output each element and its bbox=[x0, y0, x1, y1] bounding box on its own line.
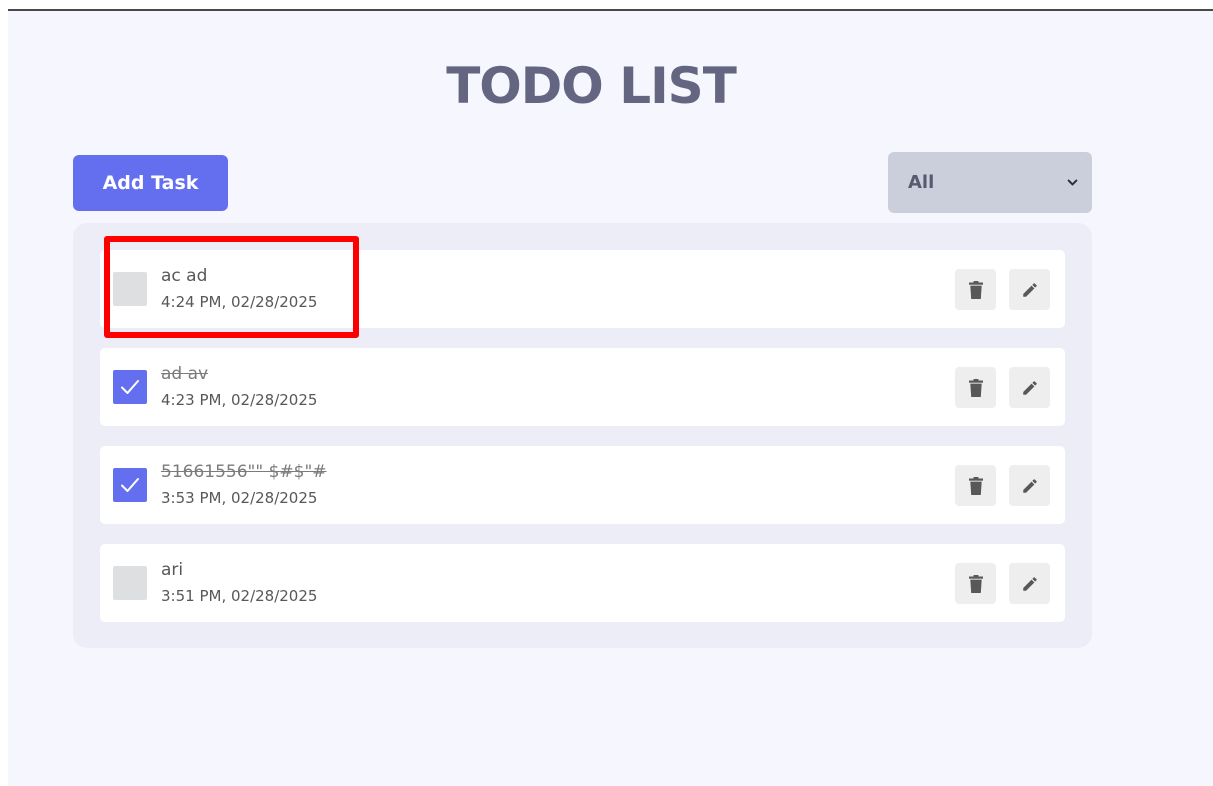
task-timestamp: 4:23 PM, 02/28/2025 bbox=[161, 391, 318, 409]
app-page: TODO LIST Add Task All ac ad 4:24 PM, 02… bbox=[8, 11, 1213, 786]
check-icon bbox=[121, 478, 139, 492]
status-filter-select[interactable]: All bbox=[888, 152, 1092, 213]
page-title: TODO LIST bbox=[446, 57, 737, 115]
edit-task-button[interactable] bbox=[1009, 269, 1050, 310]
task-title: ac ad bbox=[161, 266, 208, 286]
filter-selected-value: All bbox=[908, 172, 935, 193]
trash-icon bbox=[968, 280, 983, 299]
task-timestamp: 4:24 PM, 02/28/2025 bbox=[161, 293, 318, 311]
check-icon bbox=[121, 380, 139, 394]
trash-icon bbox=[968, 378, 983, 397]
task-item: ari 3:51 PM, 02/28/2025 bbox=[100, 544, 1065, 622]
delete-task-button[interactable] bbox=[955, 465, 996, 506]
task-item: ac ad 4:24 PM, 02/28/2025 bbox=[100, 250, 1065, 328]
pencil-icon bbox=[1022, 576, 1037, 591]
task-title: ad av bbox=[161, 364, 209, 384]
task-checkbox[interactable] bbox=[113, 566, 147, 600]
task-checkbox[interactable] bbox=[113, 468, 147, 502]
trash-icon bbox=[968, 476, 983, 495]
delete-task-button[interactable] bbox=[955, 563, 996, 604]
pencil-icon bbox=[1022, 380, 1037, 395]
trash-icon bbox=[968, 574, 983, 593]
task-item: 51661556"" $#$"# 3:53 PM, 02/28/2025 bbox=[100, 446, 1065, 524]
task-timestamp: 3:51 PM, 02/28/2025 bbox=[161, 587, 318, 605]
edit-task-button[interactable] bbox=[1009, 563, 1050, 604]
delete-task-button[interactable] bbox=[955, 269, 996, 310]
add-task-button[interactable]: Add Task bbox=[73, 155, 228, 211]
edit-task-button[interactable] bbox=[1009, 465, 1050, 506]
edit-task-button[interactable] bbox=[1009, 367, 1050, 408]
chevron-down-icon bbox=[1067, 179, 1078, 186]
pencil-icon bbox=[1022, 478, 1037, 493]
task-title: 51661556"" $#$"# bbox=[161, 462, 327, 482]
task-title: ari bbox=[161, 560, 184, 580]
task-list: ac ad 4:24 PM, 02/28/2025 ad av 4:23 PM,… bbox=[73, 223, 1092, 648]
pencil-icon bbox=[1022, 282, 1037, 297]
task-timestamp: 3:53 PM, 02/28/2025 bbox=[161, 489, 318, 507]
task-item: ad av 4:23 PM, 02/28/2025 bbox=[100, 348, 1065, 426]
task-checkbox[interactable] bbox=[113, 370, 147, 404]
delete-task-button[interactable] bbox=[955, 367, 996, 408]
task-checkbox[interactable] bbox=[113, 272, 147, 306]
